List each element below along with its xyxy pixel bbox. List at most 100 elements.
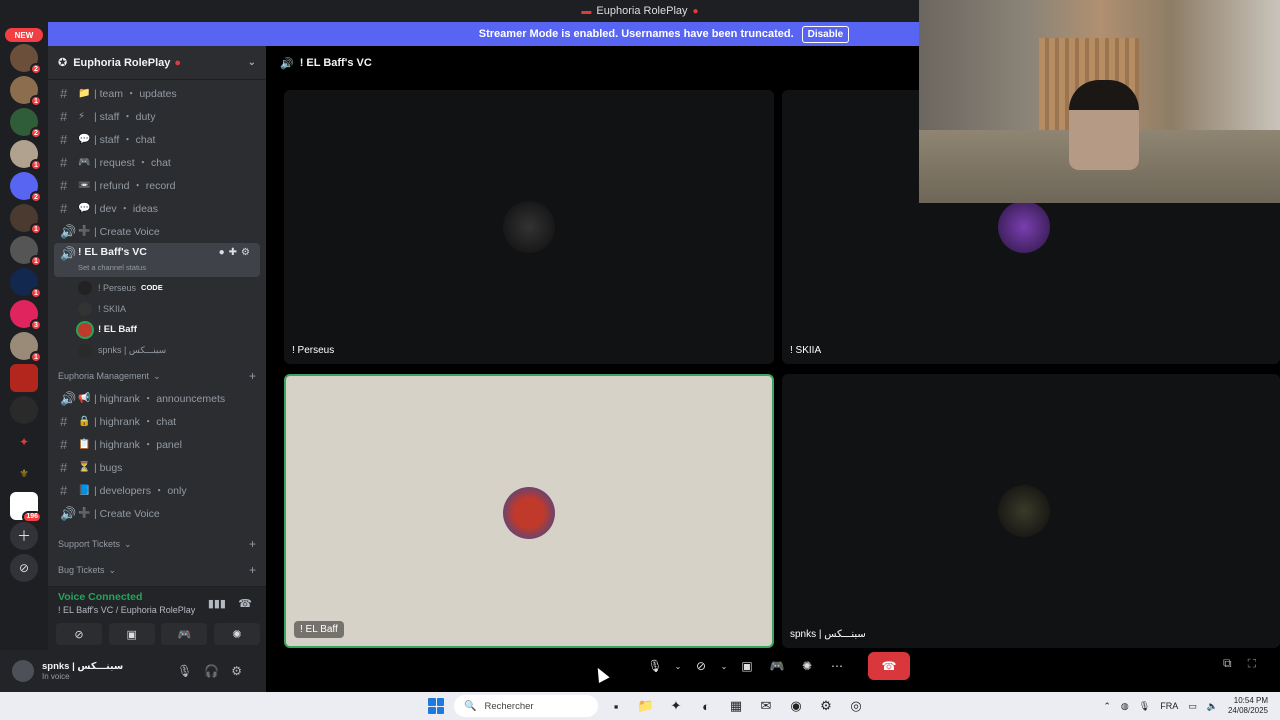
activity-button[interactable]: 🎮: [161, 623, 208, 645]
store-icon[interactable]: ▦: [726, 697, 746, 715]
channel-item[interactable]: # 💬 | staff ・ chat: [54, 128, 260, 151]
server-icon[interactable]: 1: [10, 76, 42, 107]
copilot-icon[interactable]: ✦: [666, 697, 686, 715]
speaker-icon: 🔊: [60, 390, 77, 406]
chevron-down-icon[interactable]: ⌄: [248, 57, 256, 68]
discord-server-icon[interactable]: 2: [10, 172, 42, 203]
outlook-icon[interactable]: ✉: [756, 697, 776, 715]
disable-streamer-mode-button[interactable]: Disable: [801, 25, 850, 43]
discord-icon[interactable]: ◉: [786, 697, 806, 715]
steam-icon[interactable]: ⚙: [816, 697, 836, 715]
add-server-icon[interactable]: ＋: [10, 522, 38, 550]
channel-item[interactable]: # 💬 | dev ・ ideas: [54, 197, 260, 220]
server-icon[interactable]: 196: [10, 492, 42, 523]
channel-item[interactable]: # 📘 | developers ・ only: [54, 479, 260, 502]
chevron-up-icon[interactable]: ⌃: [1103, 701, 1111, 712]
disconnect-icon[interactable]: ☎: [238, 597, 252, 610]
user-avatar[interactable]: [12, 660, 34, 682]
channel-item[interactable]: # 🎮 | request ・ chat: [54, 151, 260, 174]
headphones-icon[interactable]: 🎧: [204, 664, 231, 678]
taskbar-clock[interactable]: 10:54 PM 24/08/2025: [1228, 696, 1268, 716]
server-header[interactable]: ✪ Euphoria RolePlay ● ⌄: [48, 46, 266, 80]
activity-icon[interactable]: 🎮: [762, 652, 792, 680]
add-channel-icon[interactable]: +: [249, 369, 256, 383]
channel-item[interactable]: # ⏳ | bugs: [54, 456, 260, 479]
server-icon[interactable]: 2: [10, 44, 42, 75]
add-channel-icon[interactable]: +: [249, 563, 256, 577]
gear-icon[interactable]: ⚙: [231, 664, 254, 678]
explore-icon[interactable]: ⊘: [10, 554, 38, 582]
drop-icon: ●: [174, 56, 182, 69]
chevron-down-icon[interactable]: ⌄: [716, 652, 732, 680]
category-header[interactable]: Bug Tickets ⌄ +: [48, 559, 266, 581]
channel-item[interactable]: # 📼 | refund ・ record: [54, 174, 260, 197]
share-screen-button[interactable]: ▣: [108, 623, 155, 645]
server-icon[interactable]: 1: [10, 268, 42, 299]
channel-action-icons[interactable]: ●✚⚙: [219, 247, 254, 258]
server-icon[interactable]: 1: [10, 236, 42, 267]
soundboard-icon[interactable]: ✺: [792, 652, 822, 680]
camera-off-button[interactable]: ⊘: [56, 623, 102, 645]
channel-item[interactable]: 🔊 ➕ | Create Voice: [54, 220, 260, 243]
voice-user[interactable]: spnks | سبنـــكس: [78, 340, 266, 361]
chrome-icon[interactable]: ◎: [846, 697, 866, 715]
chevron-down-icon[interactable]: ⌄: [670, 652, 686, 680]
windows-start-icon[interactable]: [428, 698, 444, 714]
fullscreen-icon[interactable]: ⛶: [1248, 656, 1272, 670]
camera-off-icon[interactable]: ⊘: [686, 652, 716, 680]
speaker-icon: 🔊: [280, 57, 294, 70]
channel-item[interactable]: 🔊 📢 | highrank ・ announcemets: [54, 387, 260, 410]
group-server-icon[interactable]: 3: [10, 300, 42, 331]
participant-tile[interactable]: ! Perseus: [284, 90, 774, 364]
category-label: Support Tickets: [58, 539, 121, 549]
channel-item[interactable]: # 📋 | highrank ・ panel: [54, 433, 260, 456]
soundboard-button[interactable]: ✺: [213, 623, 260, 645]
server-icon[interactable]: ✦: [10, 428, 38, 456]
participant-name: ! Perseus: [292, 345, 335, 356]
server-icon[interactable]: 1: [10, 204, 42, 235]
language-indicator[interactable]: FRA: [1160, 701, 1178, 711]
category-header[interactable]: Euphoria Management ⌄ +: [48, 365, 266, 387]
mention-badge: 1: [30, 223, 42, 235]
clock-time: 10:54 PM: [1233, 696, 1268, 705]
network-icon[interactable]: ▭: [1188, 701, 1197, 712]
participant-tile-speaking[interactable]: ! EL Baff: [284, 374, 774, 648]
category-header[interactable]: Support Tickets ⌄ +: [48, 533, 266, 555]
server-icon[interactable]: 2: [10, 108, 42, 139]
voice-user[interactable]: ! EL Baff: [78, 319, 266, 340]
server-icon[interactable]: 1: [10, 140, 42, 171]
server-icon[interactable]: 1: [10, 332, 42, 363]
server-icon[interactable]: ⚜: [10, 460, 38, 488]
voice-user[interactable]: ! SKIIA: [78, 298, 266, 319]
edge-icon[interactable]: ◐: [696, 697, 716, 715]
microphone-icon[interactable]: 🎙: [640, 652, 670, 680]
voice-action-buttons: ⊘ ▣ 🎮 ✺: [56, 623, 260, 645]
volume-icon[interactable]: 🔈: [1207, 701, 1218, 712]
task-view-icon[interactable]: ▪: [606, 697, 626, 715]
more-options-icon[interactable]: ⋯: [822, 652, 852, 680]
microphone-icon[interactable]: 🎙: [177, 664, 204, 678]
user-info[interactable]: spnks | سبنـــكس In voice: [42, 661, 123, 681]
voice-location[interactable]: ! EL Baff's VC / Euphoria RolePlay: [58, 605, 195, 615]
channel-status[interactable]: Set a channel status: [78, 263, 146, 272]
taskbar-search[interactable]: 🔍 Rechercher: [454, 695, 598, 717]
channel-item[interactable]: # 🔒 | highrank ・ chat: [54, 410, 260, 433]
channel-item[interactable]: # 📁 | team ・ updates: [54, 82, 260, 105]
microphone-icon[interactable]: 🎙: [1139, 701, 1150, 712]
server-icon[interactable]: [10, 396, 38, 424]
leave-call-button[interactable]: ☎: [868, 652, 910, 680]
noise-suppression-icon[interactable]: ▮▮▮: [208, 597, 226, 610]
channel-item[interactable]: # ⚡ | staff ・ duty: [54, 105, 260, 128]
add-channel-icon[interactable]: +: [249, 537, 256, 551]
share-screen-icon[interactable]: ▣: [732, 652, 762, 680]
voice-user[interactable]: ! Perseus CODE: [78, 277, 266, 298]
pop-out-icon[interactable]: ⧉: [1223, 656, 1248, 670]
channel-emoji: 🔒: [78, 416, 91, 427]
file-explorer-icon[interactable]: 📁: [636, 697, 656, 715]
active-voice-channel[interactable]: 🔊 ! EL Baff's VC Set a channel status ●✚…: [54, 243, 260, 277]
tray-app-icon[interactable]: ◍: [1121, 701, 1129, 712]
channel-item[interactable]: 🔊 ➕ | Create Voice: [54, 502, 260, 525]
voice-connected-status[interactable]: Voice Connected: [58, 591, 142, 603]
server-icon[interactable]: [10, 364, 38, 392]
participant-tile[interactable]: spnks | سبنـــكس: [782, 374, 1280, 648]
